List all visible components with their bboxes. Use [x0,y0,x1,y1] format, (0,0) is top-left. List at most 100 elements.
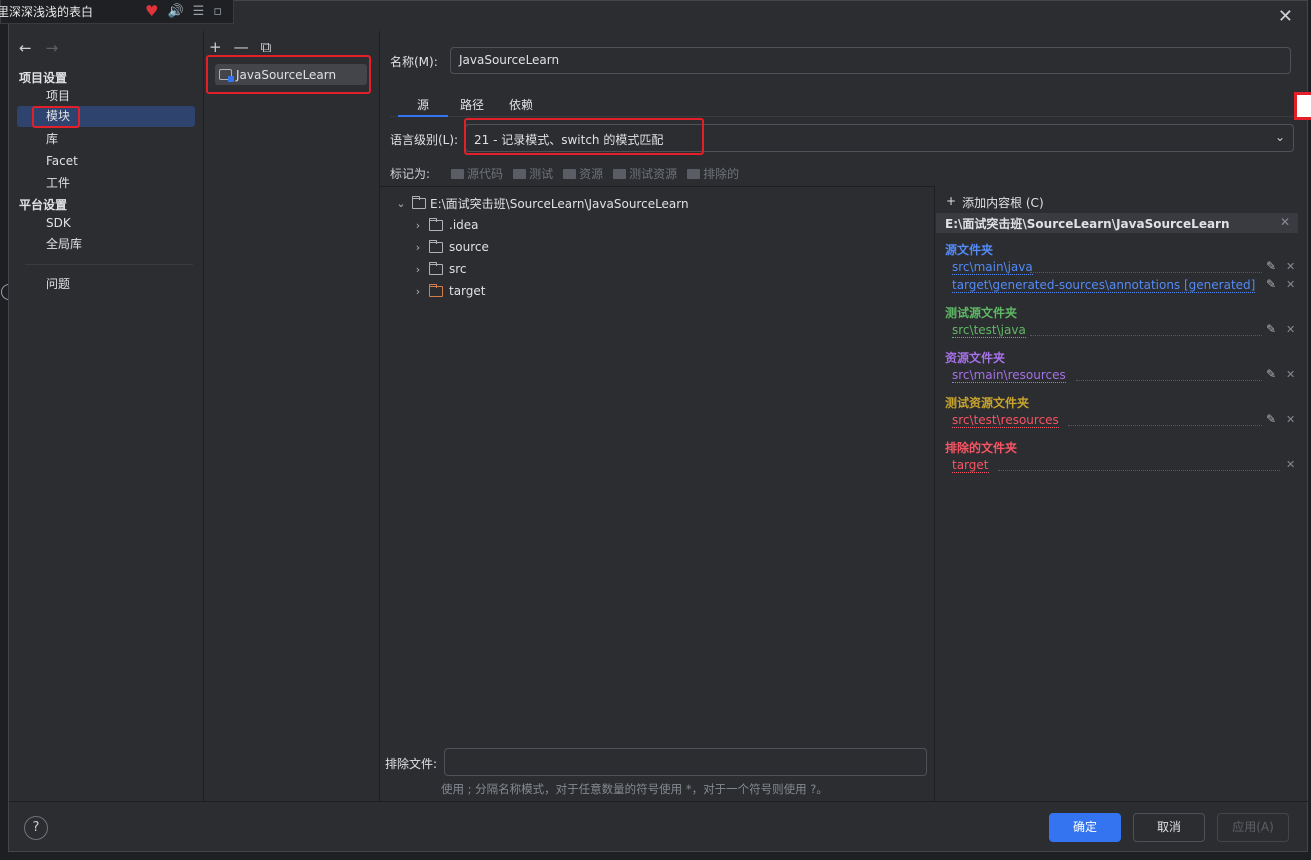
remove-icon[interactable]: ✕ [1286,260,1295,273]
mark-resources-button[interactable]: 资源 [563,165,603,182]
highlight-modules [32,106,80,128]
chevron-down-icon: ⌄ [1274,130,1285,144]
back-arrow-icon[interactable]: ← [19,39,32,57]
edit-icon[interactable]: ✎ [1266,412,1276,426]
remove-icon[interactable]: ✕ [1286,458,1295,471]
mark-excluded-button[interactable]: 排除的 [687,165,739,182]
tree-item-label: .idea [449,218,479,232]
folder-icon [613,168,627,179]
mark-as-toolbar: 标记为: 源代码 测试 资源 测试资源 排除的 [390,165,749,182]
edit-icon[interactable]: ✎ [1266,259,1276,273]
nav-item-artifacts[interactable]: 工件 [17,173,195,194]
song-title: 里深深浅浅的表白 [0,5,94,19]
mark-sources-label: 源代码 [467,167,504,181]
exclude-files-label: 排除文件: [385,757,438,771]
source-folders-title: 源文件夹 [945,243,994,257]
playlist-icon[interactable]: ☰ [193,5,205,18]
remove-root-icon[interactable]: ✕ [1280,215,1290,229]
row-leader [1076,380,1262,381]
highlight-module [206,55,371,94]
settings-nav: ← → 项目设置 项目 模块 库 Facet 工件 平台设置 SDK 全局库 问… [9,31,203,801]
resource-folder-path[interactable]: src\main\resources [952,368,1066,383]
nav-item-problems[interactable]: 问题 [17,274,195,295]
mark-test-resources-label: 测试资源 [629,167,678,181]
folder-icon [513,168,527,179]
remove-icon[interactable]: ✕ [1286,323,1295,336]
folder-icon [429,217,443,231]
edit-icon[interactable]: ✎ [1266,322,1276,336]
minimize-icon[interactable]: ▫ [213,5,222,18]
remove-icon[interactable]: ✕ [1286,278,1295,291]
tree-item[interactable]: › src [413,259,467,279]
nav-item-project[interactable]: 项目 [17,86,195,107]
ok-button[interactable]: 确定 [1049,813,1121,842]
source-folder-path[interactable]: target\generated-sources\annotations [ge… [952,278,1256,293]
source-folder-path[interactable]: src\main\java [952,260,1033,275]
edit-icon[interactable]: ✎ [1266,277,1276,291]
mark-sources-button[interactable]: 源代码 [451,165,503,182]
remove-icon[interactable]: — [234,38,249,56]
excluded-folder-path[interactable]: target [952,458,989,473]
chevron-right-icon[interactable]: › [413,241,423,254]
mark-tests-button[interactable]: 测试 [513,165,553,182]
name-field[interactable]: JavaSourceLearn [450,47,1291,74]
mark-tests-label: 测试 [529,167,554,181]
excluded-folders-title: 排除的文件夹 [945,441,1018,455]
module-toolbar: + — ⧉ [209,38,271,56]
add-icon[interactable]: + [209,38,222,56]
content-root-path: E:\面试突击班\SourceLearn\JavaSourceLearn [945,217,1230,231]
folder-icon [687,168,701,179]
remove-icon[interactable]: ✕ [1286,413,1295,426]
tree-item[interactable]: › .idea [413,215,479,235]
row-leader [998,470,1280,471]
heart-icon[interactable]: ♥ [145,3,158,19]
row-leader [1030,272,1262,273]
exclude-files-input[interactable] [444,748,927,776]
excluded-folder-icon [429,283,443,297]
tab-indicator [398,115,448,117]
apply-button[interactable]: 应用(A) [1217,813,1289,842]
add-content-root-button[interactable]: + 添加内容根 (C) [946,194,1044,211]
footer-divider [9,801,1309,802]
tree-item[interactable]: › source [413,237,489,257]
help-icon[interactable]: ? [24,816,48,840]
test-source-folder-path[interactable]: src\test\java [952,323,1026,338]
edit-icon[interactable]: ✎ [1266,367,1276,381]
cancel-button[interactable]: 取消 [1133,813,1205,842]
project-structure-dialog: ✕ ← → 项目设置 项目 模块 库 Facet 工件 平台设置 SDK 全局库… [8,0,1309,852]
test-resource-folder-path[interactable]: src\test\resources [952,413,1059,428]
tree-root[interactable]: ⌄ E:\面试突击班\SourceLearn\JavaSourceLearn [396,193,689,213]
folder-icon [451,168,465,179]
divider [203,31,204,801]
nav-item-sdk[interactable]: SDK [17,213,195,234]
highlight-language-level [464,118,704,155]
nav-item-facets[interactable]: Facet [17,151,195,172]
nav-item-libraries[interactable]: 库 [17,129,195,150]
volume-icon[interactable]: 🔊 [167,5,183,18]
chevron-down-icon[interactable]: ⌄ [396,197,406,210]
chevron-right-icon[interactable]: › [413,285,423,298]
row-leader [1030,335,1262,336]
tab-paths[interactable]: 路径 [460,96,484,113]
mark-test-resources-button[interactable]: 测试资源 [613,165,677,182]
chevron-right-icon[interactable]: › [413,219,423,232]
language-level-label: 语言级别(L): [390,133,459,147]
add-content-root-label: 添加内容根 (C) [962,196,1044,210]
tree-item-label: target [449,284,486,298]
folder-icon [412,195,426,209]
chevron-right-icon[interactable]: › [413,263,423,276]
forward-arrow-icon[interactable]: → [46,39,59,57]
folder-icon [429,261,443,275]
copy-icon[interactable]: ⧉ [261,38,272,56]
nav-item-global-libraries[interactable]: 全局库 [17,234,195,255]
test-source-folders-title: 测试源文件夹 [945,306,1018,320]
remove-icon[interactable]: ✕ [1286,368,1295,381]
tab-dependencies[interactable]: 依赖 [509,96,533,113]
close-icon[interactable]: ✕ [1278,8,1293,26]
mark-excluded-label: 排除的 [703,167,740,181]
folder-icon [563,168,577,179]
tree-item[interactable]: › target [413,281,486,301]
annotation-marker [1294,92,1311,120]
tab-sources[interactable]: 源 [417,96,429,113]
mark-resources-label: 资源 [579,167,604,181]
